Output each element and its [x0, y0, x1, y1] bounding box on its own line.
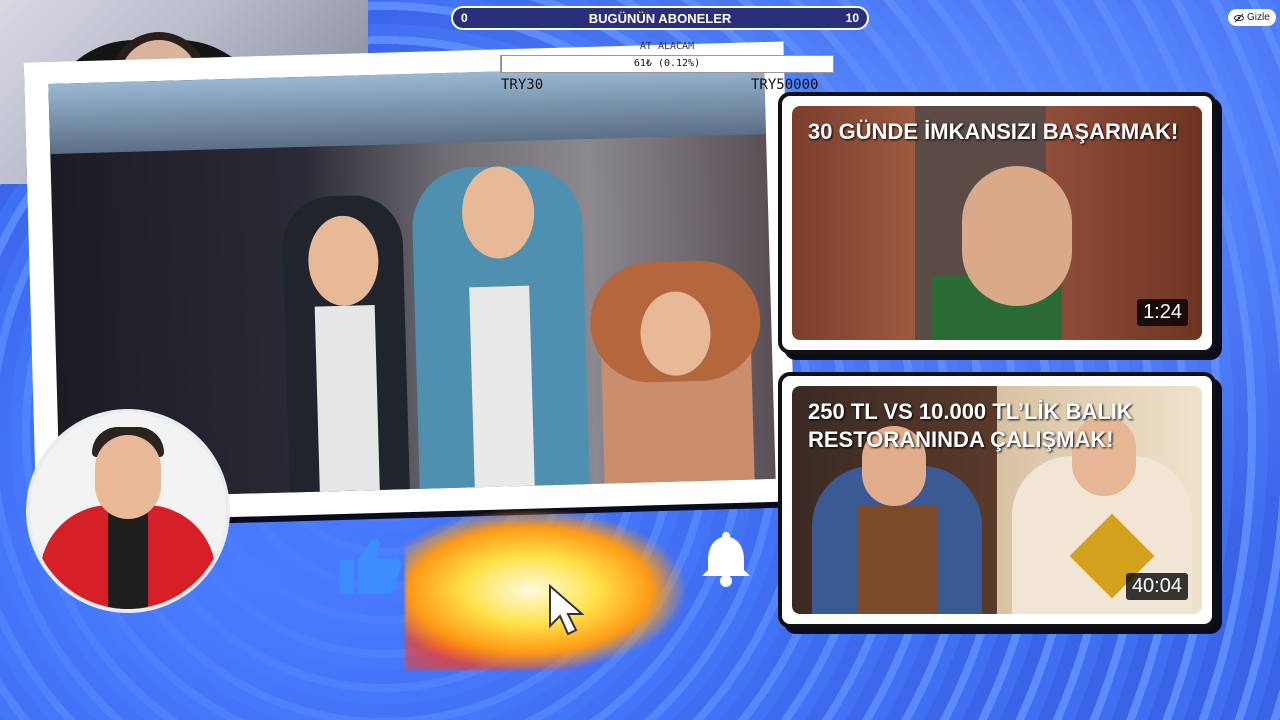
- apron: [857, 506, 937, 614]
- ceiling: [48, 64, 767, 154]
- video-card-1-duration: 1:24: [1137, 299, 1188, 326]
- person-left: [281, 194, 410, 498]
- hide-button-label: Gizle: [1247, 12, 1270, 23]
- hide-button[interactable]: Gizle: [1228, 9, 1276, 26]
- thumbnail-face: [962, 166, 1072, 306]
- donation-max-label: TRY50000: [751, 77, 819, 93]
- subscriber-goal-title: BUGÜNÜN ABONELER: [588, 10, 732, 26]
- donation-goal-label: AT ALACAM: [639, 41, 695, 52]
- video-card-2-thumbnail: 250 TL VS 10.000 TL’LİK BALIK RESTORANIN…: [792, 386, 1202, 614]
- eye-slash-icon: [1234, 13, 1244, 22]
- white-tshirt: [469, 285, 536, 498]
- donation-progress-bar: 61₺ (0.12%): [500, 55, 834, 73]
- donation-progress-text: 61₺ (0.12%): [633, 58, 701, 69]
- video-card-2[interactable]: 250 TL VS 10.000 TL’LİK BALIK RESTORANIN…: [778, 372, 1216, 628]
- bell-icon[interactable]: [700, 528, 752, 588]
- fire-effect: [405, 510, 685, 670]
- guest-portrait: [30, 413, 226, 609]
- person-center-face: [460, 165, 536, 260]
- like-icon[interactable]: [338, 536, 404, 596]
- person-right: [588, 259, 762, 494]
- guest-face: [95, 435, 161, 519]
- video-card-1-title: 30 GÜNDE İMKANSIZI BAŞARMAK!: [808, 119, 1179, 144]
- person-left-face: [307, 214, 380, 307]
- video-card-1[interactable]: 30 GÜNDE İMKANSIZI BAŞARMAK! 1:24: [778, 92, 1216, 354]
- white-shirt: [314, 304, 380, 497]
- donation-min-label: TRY30: [501, 77, 544, 93]
- video-card-1-thumbnail: 30 GÜNDE İMKANSIZI BAŞARMAK! 1:24: [792, 106, 1202, 340]
- subscriber-goal-bar: 0 BUGÜNÜN ABONELER 10: [451, 6, 869, 30]
- video-card-2-duration: 40:04: [1125, 573, 1188, 600]
- cursor-icon: [549, 584, 585, 636]
- person-center: [410, 164, 590, 499]
- inner-shirt: [108, 513, 148, 609]
- video-card-2-title: 250 TL VS 10.000 TL’LİK BALIK RESTORANIN…: [808, 399, 1133, 452]
